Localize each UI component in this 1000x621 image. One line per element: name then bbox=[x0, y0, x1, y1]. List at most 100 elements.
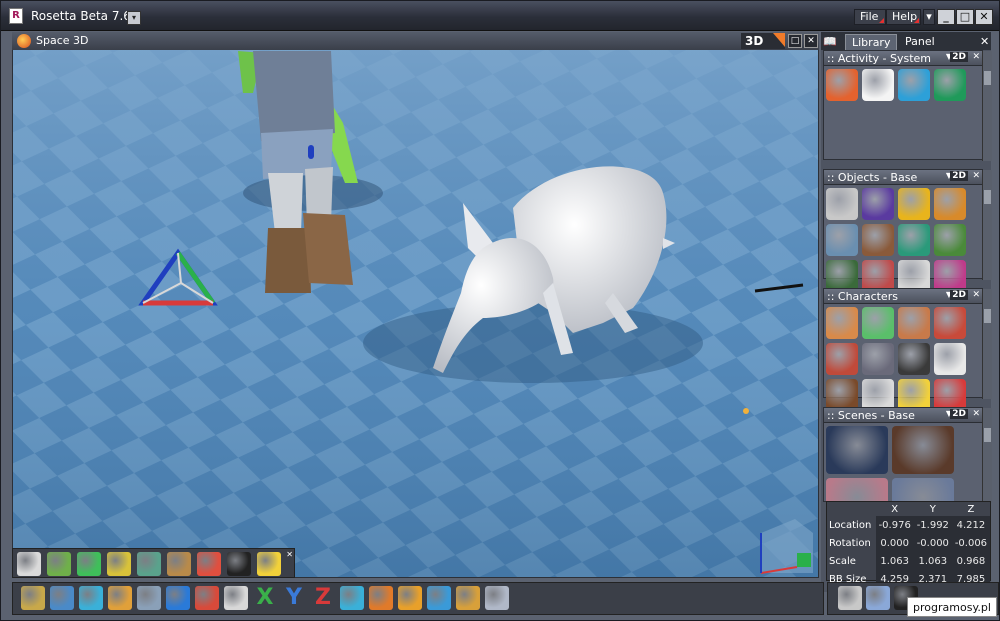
play-icon[interactable] bbox=[898, 69, 930, 101]
shader-icon[interactable] bbox=[137, 552, 161, 576]
panel-title: :: Activity - System bbox=[827, 52, 932, 65]
title-bar[interactable]: R Rosetta Beta 7.61 ▾ File Help ▾ _ □ ✕ bbox=[1, 1, 999, 31]
panel-scrollbar[interactable] bbox=[982, 408, 992, 503]
z-axis-tool-icon[interactable]: Z bbox=[311, 586, 335, 610]
panel-close-button[interactable]: ✕ bbox=[972, 171, 980, 181]
ring-icon[interactable] bbox=[227, 552, 251, 576]
tray-close-button[interactable]: ✕ bbox=[286, 550, 293, 559]
close-button[interactable]: ✕ bbox=[975, 9, 993, 25]
lamp-tool-icon[interactable] bbox=[427, 586, 451, 610]
panel-2d-toggle[interactable]: 2D bbox=[950, 290, 968, 300]
viewport-float-button[interactable]: □ bbox=[788, 34, 802, 48]
egg-icon[interactable] bbox=[898, 188, 930, 220]
magic-wand-icon[interactable] bbox=[257, 552, 281, 576]
scrollbar-thumb[interactable] bbox=[984, 190, 991, 204]
doll-character-icon[interactable] bbox=[898, 307, 930, 339]
panel-2d-toggle[interactable]: 2D bbox=[950, 171, 968, 181]
location-x[interactable]: -0.976 bbox=[875, 516, 914, 534]
bull-icon[interactable] bbox=[862, 224, 894, 256]
scrollbar-thumb[interactable] bbox=[984, 71, 991, 85]
y-axis-tool-icon[interactable]: Y bbox=[282, 586, 306, 610]
properties-panel: X Y Z Location -0.976 -1.992 4.212 Rotat… bbox=[826, 501, 991, 588]
window-menu-button[interactable]: ▾ bbox=[923, 9, 935, 25]
grid-plane-tool-icon[interactable] bbox=[866, 586, 890, 610]
app-title: Rosetta Beta 7.61 bbox=[31, 9, 139, 23]
scissors-tool-icon[interactable] bbox=[21, 586, 45, 610]
panel-close-button[interactable]: ✕ bbox=[972, 290, 980, 300]
location-z[interactable]: 4.212 bbox=[951, 516, 990, 534]
library-panel-3: :: Scenes - Base ▼ 2D ✕ bbox=[823, 407, 992, 526]
minimize-button[interactable]: _ bbox=[937, 9, 955, 25]
grid-cube-icon[interactable] bbox=[826, 188, 858, 220]
cross-tool-icon[interactable] bbox=[50, 586, 74, 610]
rotation-y[interactable]: -0.000 bbox=[913, 534, 952, 552]
scale-z[interactable]: 0.968 bbox=[951, 552, 990, 570]
dark-character-icon[interactable] bbox=[898, 343, 930, 375]
axes-tool-icon[interactable] bbox=[224, 586, 248, 610]
title-dropdown-button[interactable]: ▾ bbox=[127, 11, 141, 25]
palette-icon[interactable] bbox=[197, 552, 221, 576]
fan-icon[interactable] bbox=[167, 552, 191, 576]
folder-tool-icon[interactable] bbox=[838, 586, 862, 610]
panel-header: :: Characters ▼ 2D ✕ bbox=[824, 289, 982, 304]
frame-tool-icon[interactable] bbox=[485, 586, 509, 610]
balls-scene-icon[interactable] bbox=[826, 426, 888, 474]
scene-canvas[interactable] bbox=[13, 33, 819, 578]
select-arrow-icon[interactable] bbox=[17, 552, 41, 576]
library-book-icon[interactable]: 📖 bbox=[823, 34, 845, 50]
panel-scrollbar[interactable] bbox=[982, 289, 992, 399]
move-tool-icon[interactable] bbox=[369, 586, 393, 610]
rotation-z[interactable]: -0.006 bbox=[951, 534, 990, 552]
scrollbar-thumb[interactable] bbox=[984, 309, 991, 323]
panel-scrollbar[interactable] bbox=[982, 51, 992, 161]
girl-character-icon[interactable] bbox=[934, 307, 966, 339]
wrench-icon[interactable] bbox=[826, 69, 858, 101]
boy-character-icon[interactable] bbox=[826, 307, 858, 339]
dragon-icon[interactable] bbox=[898, 224, 930, 256]
location-y[interactable]: -1.992 bbox=[913, 516, 952, 534]
orange-box-tool-icon[interactable] bbox=[398, 586, 422, 610]
viewport-3d[interactable] bbox=[12, 32, 819, 578]
shark-icon[interactable] bbox=[826, 224, 858, 256]
scrollbar-thumb[interactable] bbox=[984, 428, 991, 442]
layered-box-icon[interactable] bbox=[107, 552, 131, 576]
x-axis-tool-icon[interactable]: X bbox=[253, 586, 277, 610]
alien-character-icon[interactable] bbox=[862, 307, 894, 339]
panel-header: :: Activity - System ▼ 2D ✕ bbox=[824, 51, 982, 66]
paint-brush-icon[interactable] bbox=[47, 552, 71, 576]
panel-close-button[interactable]: ✕ bbox=[972, 52, 980, 62]
viewport-close-button[interactable]: ✕ bbox=[804, 34, 818, 48]
dancer-character-icon[interactable] bbox=[826, 343, 858, 375]
scale-y[interactable]: 1.063 bbox=[913, 552, 952, 570]
panel-2d-toggle[interactable]: 2D bbox=[950, 409, 968, 419]
panel-scrollbar[interactable] bbox=[982, 170, 992, 280]
blue-cube-tool-icon[interactable] bbox=[166, 586, 190, 610]
view-mode-toggle[interactable]: 3D bbox=[741, 33, 785, 49]
camel-icon[interactable] bbox=[934, 188, 966, 220]
rotate-tool-icon[interactable] bbox=[340, 586, 364, 610]
loop-tool-icon[interactable] bbox=[79, 586, 103, 610]
ghost-character-icon[interactable] bbox=[934, 343, 966, 375]
panel-close-button[interactable]: ✕ bbox=[972, 409, 980, 419]
stop-icon[interactable] bbox=[934, 69, 966, 101]
house-tool-icon[interactable] bbox=[195, 586, 219, 610]
pointer-icon[interactable] bbox=[862, 69, 894, 101]
head-scene-icon[interactable] bbox=[892, 426, 954, 474]
menu-help[interactable]: Help bbox=[886, 9, 921, 25]
viewport-title: Space 3D bbox=[36, 34, 89, 47]
maximize-button[interactable]: □ bbox=[956, 9, 974, 25]
scale-x[interactable]: 1.063 bbox=[875, 552, 914, 570]
sidebar-close-button[interactable]: ✕ bbox=[974, 34, 995, 50]
panel-2d-toggle[interactable]: 2D bbox=[950, 52, 968, 62]
purple-sphere-icon[interactable] bbox=[862, 188, 894, 220]
grid-box-tool-icon[interactable] bbox=[456, 586, 480, 610]
tree-icon[interactable] bbox=[934, 224, 966, 256]
box-tool-icon[interactable] bbox=[108, 586, 132, 610]
rotation-x[interactable]: 0.000 bbox=[875, 534, 914, 552]
robot-character-icon[interactable] bbox=[862, 343, 894, 375]
tab-library[interactable]: Library bbox=[845, 34, 898, 50]
tab-panel[interactable]: Panel bbox=[899, 34, 941, 50]
book-tool-icon[interactable] bbox=[137, 586, 161, 610]
menu-file[interactable]: File bbox=[854, 9, 886, 25]
green-cube-icon[interactable] bbox=[77, 552, 101, 576]
